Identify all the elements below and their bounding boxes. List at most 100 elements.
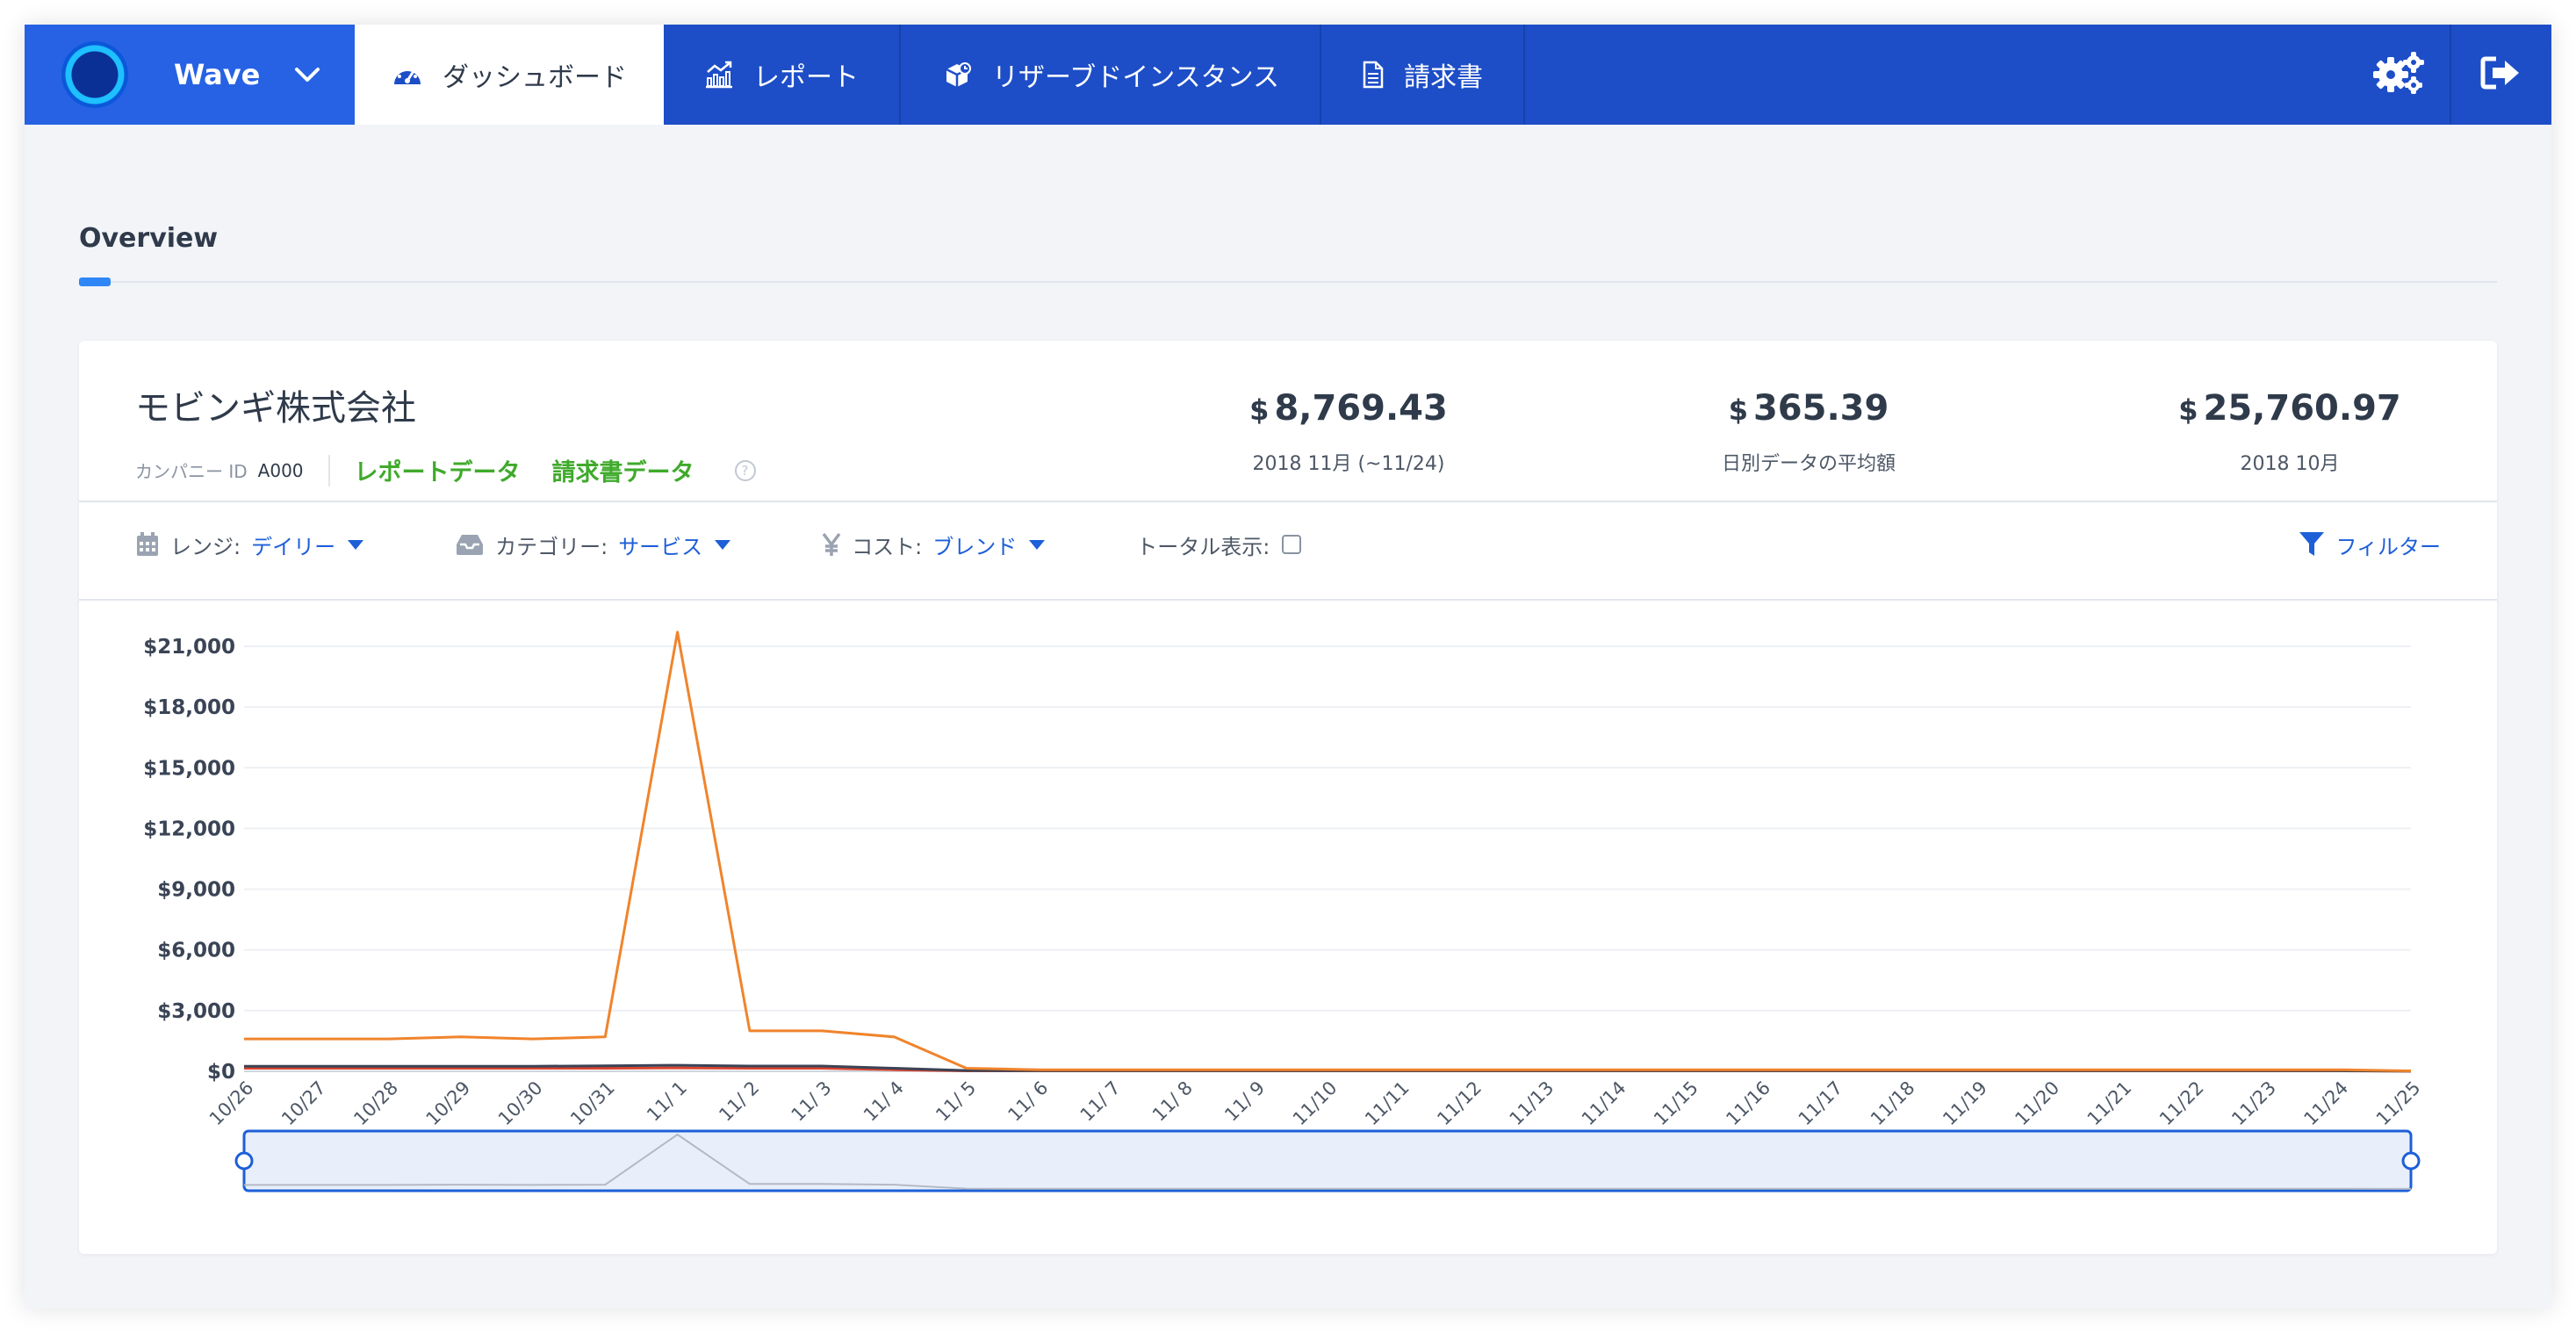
series-line — [244, 630, 2412, 1072]
category-filter: カテゴリー: サービス — [455, 530, 731, 560]
calendar-icon — [135, 531, 160, 558]
company-id-value: A000 — [257, 459, 304, 481]
report-data-link[interactable]: レポートデータ — [355, 453, 521, 487]
nav-right-actions — [2348, 25, 2551, 125]
category-filter-dropdown[interactable]: サービス — [618, 530, 731, 560]
chart-up-icon — [704, 61, 734, 89]
stat-current-month-value: $8,769.43 — [1249, 388, 1448, 429]
x-tick-label: 11/13 — [1506, 1077, 1558, 1130]
x-tick-label: 11/15 — [1650, 1077, 1702, 1130]
inbox-icon — [455, 533, 485, 556]
range-brush[interactable] — [242, 1129, 2413, 1192]
gauge-icon — [392, 61, 423, 88]
x-tick-label: 11/ 6 — [1004, 1077, 1052, 1126]
x-tick-label: 11/21 — [2083, 1077, 2136, 1130]
caret-down-icon — [1029, 539, 1046, 550]
x-tick-label: 10/29 — [422, 1077, 475, 1130]
y-tick-label: $21,000 — [143, 636, 235, 659]
top-nav: Wave ダッシュボード レポート リザーブドインスタンス 請求書 — [25, 25, 2551, 125]
x-tick-label: 11/ 7 — [1076, 1077, 1125, 1126]
x-tick-label: 11/10 — [1289, 1077, 1342, 1130]
stat-previous-month: $25,760.97 2018 10月 — [2132, 388, 2448, 476]
x-tick-label: 11/20 — [2011, 1077, 2063, 1130]
x-tick-label: 11/23 — [2227, 1077, 2280, 1130]
cost-line-chart: $0 $3,000 $6,000 $9,000 $12,000 $15,000 $18,00… — [143, 630, 2425, 1192]
tab-report-label: レポート — [753, 62, 859, 93]
total-display-checkbox[interactable] — [1282, 535, 1302, 554]
x-tick-label: 11/12 — [1433, 1077, 1486, 1130]
range-filter-dropdown[interactable]: デイリー — [251, 530, 364, 560]
x-tick-label: 11/ 5 — [932, 1077, 980, 1126]
tab-reserved-instances-label: リザーブドインスタンス — [992, 62, 1279, 93]
stat-daily-average-label: 日別データの平均額 — [1721, 453, 1896, 475]
funnel-icon — [2299, 530, 2325, 558]
tab-report[interactable]: レポート — [664, 25, 901, 125]
wave-logo — [61, 41, 128, 108]
y-tick-label: $6,000 — [157, 940, 235, 962]
settings-button[interactable] — [2348, 25, 2450, 125]
brand-name: Wave — [174, 58, 261, 91]
cost-filter: コスト: ブレンド — [822, 530, 1046, 560]
x-tick-label: 11/ 2 — [715, 1077, 763, 1126]
gears-icon — [2371, 50, 2426, 99]
sign-out-icon — [2480, 55, 2522, 94]
x-tick-label: 10/31 — [566, 1077, 619, 1130]
company-id-label: カンパニー ID — [135, 461, 248, 482]
x-tick-label: 11/17 — [1795, 1077, 1847, 1130]
overview-card: モビンギ株式会社 カンパニー ID A000 レポートデータ 請求書データ ? … — [79, 341, 2497, 1254]
caret-down-icon — [715, 539, 731, 550]
stat-current-month: $8,769.43 2018 11月 (~11/24) — [1191, 388, 1507, 476]
x-tick-label: 11/ 9 — [1220, 1077, 1269, 1126]
y-tick-label: $18,000 — [143, 696, 235, 719]
filter-button-label: フィルター — [2335, 534, 2441, 559]
overview-title: Overview — [79, 223, 219, 254]
overview-accent-bar — [79, 277, 111, 286]
question-circle-icon[interactable]: ? — [734, 459, 756, 481]
document-icon — [1362, 61, 1385, 89]
stat-daily-average: $365.39 日別データの平均額 — [1651, 388, 1967, 476]
y-tick-label: $12,000 — [143, 818, 235, 840]
x-tick-label: 11/14 — [1578, 1077, 1630, 1130]
chevron-down-icon — [290, 57, 325, 92]
x-tick-label: 10/28 — [349, 1077, 402, 1130]
brush-handle-left[interactable] — [234, 1151, 254, 1171]
x-tick-label: 11/11 — [1361, 1077, 1414, 1130]
tab-reserved-instances[interactable]: リザーブドインスタンス — [901, 25, 1321, 125]
overview-divider — [79, 281, 2497, 283]
x-tick-label: 11/ 8 — [1148, 1077, 1197, 1126]
total-display-label: トータル表示: — [1136, 534, 1270, 559]
tab-invoices-label: 請求書 — [1404, 62, 1483, 93]
range-filter: レンジ: デイリー — [135, 530, 364, 560]
x-tick-label: 11/18 — [1867, 1077, 1919, 1130]
x-tick-label: 11/24 — [2299, 1077, 2352, 1130]
filter-button[interactable]: フィルター — [2299, 530, 2441, 560]
yen-icon — [822, 532, 841, 557]
tab-dashboard[interactable]: ダッシュボード — [355, 25, 664, 125]
x-tick-label: 10/30 — [494, 1077, 547, 1130]
x-tick-label: 11/ 4 — [860, 1077, 908, 1126]
range-filter-label: レンジ: — [170, 534, 241, 559]
y-tick-label: $9,000 — [157, 879, 235, 902]
cubes-icon — [941, 61, 973, 89]
brand-switcher[interactable]: Wave — [25, 25, 355, 125]
tab-invoices[interactable]: 請求書 — [1321, 25, 1525, 125]
brush-handle-right[interactable] — [2401, 1151, 2421, 1171]
y-tick-label: $15,000 — [143, 757, 235, 780]
y-tick-label: $0 — [207, 1061, 235, 1084]
tab-dashboard-label: ダッシュボード — [443, 62, 627, 93]
invoice-data-link[interactable]: 請求書データ — [552, 453, 694, 487]
stat-previous-month-label: 2018 10月 — [2240, 453, 2340, 475]
x-tick-label: 11/22 — [2155, 1077, 2208, 1130]
meta-divider — [327, 454, 330, 486]
company-meta: カンパニー ID A000 レポートデータ 請求書データ ? — [135, 453, 756, 487]
x-tick-label: 11/ 3 — [788, 1077, 836, 1126]
x-tick-label: 10/27 — [277, 1077, 330, 1130]
x-tick-label: 11/19 — [1939, 1077, 1991, 1130]
x-tick-label: 11/ 1 — [643, 1077, 691, 1126]
cost-filter-label: コスト: — [852, 534, 923, 559]
company-name: モビンギ株式会社 — [135, 388, 416, 429]
cost-filter-dropdown[interactable]: ブレンド — [932, 530, 1046, 560]
logout-button[interactable] — [2450, 25, 2551, 125]
x-tick-label: 11/16 — [1722, 1077, 1774, 1130]
